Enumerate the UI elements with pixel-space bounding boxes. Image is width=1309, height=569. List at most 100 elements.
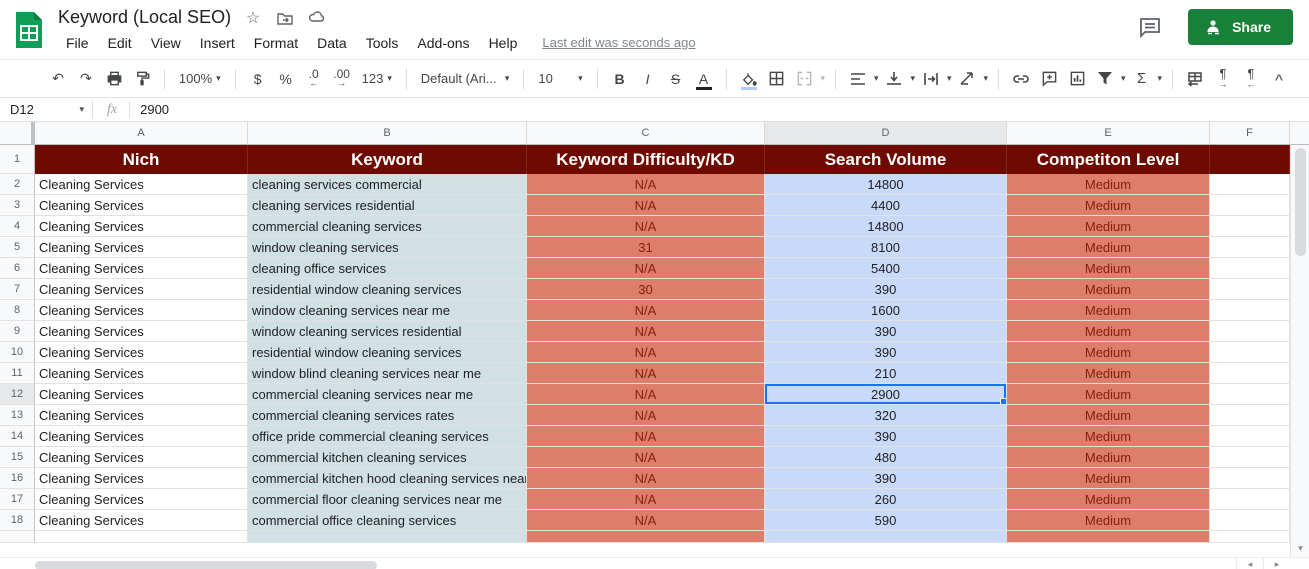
cell-D9[interactable]: 390 <box>765 321 1007 342</box>
cell-F4[interactable] <box>1210 216 1290 237</box>
cell-B19[interactable] <box>248 531 527 543</box>
cell-D14[interactable]: 390 <box>765 426 1007 447</box>
cell-E6[interactable]: Medium <box>1007 258 1210 279</box>
row-header-12[interactable]: 12 <box>0 384 35 405</box>
text-color-icon[interactable]: A <box>692 67 716 91</box>
cell-D2[interactable]: 14800 <box>765 174 1007 195</box>
cell-C4[interactable]: N/A <box>527 216 765 237</box>
cell-C10[interactable]: N/A <box>527 342 765 363</box>
column-header-D[interactable]: D <box>765 122 1007 144</box>
scroll-down-icon[interactable]: ▾ <box>1291 541 1309 555</box>
cell-C16[interactable]: N/A <box>527 468 765 489</box>
cell-C1[interactable]: Keyword Difficulty/KD <box>527 145 765 174</box>
chevron-down-icon[interactable]: ▾ <box>1158 73 1163 84</box>
cloud-status-icon[interactable] <box>307 8 327 28</box>
more-formats-dropdown[interactable]: 123▾ <box>358 71 396 86</box>
text-direction-rtl-icon[interactable]: ¶← <box>1239 67 1263 91</box>
cell-F7[interactable] <box>1210 279 1290 300</box>
cell-B6[interactable]: cleaning office services <box>248 258 527 279</box>
column-header-F[interactable]: F <box>1210 122 1290 144</box>
row-header-13[interactable]: 13 <box>0 405 35 426</box>
cell-A11[interactable]: Cleaning Services <box>35 363 248 384</box>
filter-icon[interactable] <box>1093 67 1117 91</box>
cell-C17[interactable]: N/A <box>527 489 765 510</box>
decrease-decimal-icon[interactable]: .0← <box>302 67 326 91</box>
row-header-4[interactable]: 4 <box>0 216 35 237</box>
font-size-dropdown[interactable]: 10▾ <box>534 71 586 86</box>
cell-C13[interactable]: N/A <box>527 405 765 426</box>
cell-B13[interactable]: commercial cleaning services rates <box>248 405 527 426</box>
cell-C12[interactable]: N/A <box>527 384 765 405</box>
horizontal-scrollbar-thumb[interactable] <box>35 561 377 569</box>
cell-A10[interactable]: Cleaning Services <box>35 342 248 363</box>
cell-B7[interactable]: residential window cleaning services <box>248 279 527 300</box>
cell-D19[interactable] <box>765 531 1007 543</box>
cell-B10[interactable]: residential window cleaning services <box>248 342 527 363</box>
text-rotation-icon[interactable] <box>956 67 980 91</box>
cell-A1[interactable]: Nich <box>35 145 248 174</box>
cell-C5[interactable]: 31 <box>527 237 765 258</box>
cell-D13[interactable]: 320 <box>765 405 1007 426</box>
cell-C18[interactable]: N/A <box>527 510 765 531</box>
cell-A12[interactable]: Cleaning Services <box>35 384 248 405</box>
cell-D16[interactable]: 390 <box>765 468 1007 489</box>
horizontal-align-icon[interactable] <box>846 67 870 91</box>
cell-B14[interactable]: office pride commercial cleaning service… <box>248 426 527 447</box>
row-header-5[interactable]: 5 <box>0 237 35 258</box>
cell-C3[interactable]: N/A <box>527 195 765 216</box>
menu-item-insert[interactable]: Insert <box>192 33 243 53</box>
chevron-down-icon[interactable]: ▾ <box>1121 73 1126 84</box>
cell-D11[interactable]: 210 <box>765 363 1007 384</box>
cell-E1[interactable]: Competiton Level <box>1007 145 1210 174</box>
vertical-scrollbar-thumb[interactable] <box>1295 148 1306 256</box>
borders-icon[interactable] <box>765 67 789 91</box>
cell-A7[interactable]: Cleaning Services <box>35 279 248 300</box>
name-box[interactable]: D12 ▾ <box>0 102 92 117</box>
sheet-direction-icon[interactable] <box>1183 67 1207 91</box>
row-header-18[interactable]: 18 <box>0 510 35 531</box>
cell-A3[interactable]: Cleaning Services <box>35 195 248 216</box>
row-header-16[interactable]: 16 <box>0 468 35 489</box>
cell-B4[interactable]: commercial cleaning services <box>248 216 527 237</box>
column-header-C[interactable]: C <box>527 122 765 144</box>
cell-A5[interactable]: Cleaning Services <box>35 237 248 258</box>
cell-B11[interactable]: window blind cleaning services near me <box>248 363 527 384</box>
cell-F9[interactable] <box>1210 321 1290 342</box>
document-title[interactable]: Keyword (Local SEO) <box>58 7 231 28</box>
cell-B8[interactable]: window cleaning services near me <box>248 300 527 321</box>
cell-C15[interactable]: N/A <box>527 447 765 468</box>
cell-D3[interactable]: 4400 <box>765 195 1007 216</box>
cell-C11[interactable]: N/A <box>527 363 765 384</box>
cell-C7[interactable]: 30 <box>527 279 765 300</box>
cell-D8[interactable]: 1600 <box>765 300 1007 321</box>
cell-F14[interactable] <box>1210 426 1290 447</box>
share-button[interactable]: Share <box>1188 9 1293 45</box>
row-header-7[interactable]: 7 <box>0 279 35 300</box>
zoom-dropdown[interactable]: 100%▾ <box>175 71 225 86</box>
format-currency-icon[interactable]: $ <box>246 67 270 91</box>
chevron-down-icon[interactable]: ▾ <box>984 73 989 84</box>
cell-C2[interactable]: N/A <box>527 174 765 195</box>
cell-A13[interactable]: Cleaning Services <box>35 405 248 426</box>
strikethrough-icon[interactable]: S <box>664 67 688 91</box>
cell-A18[interactable]: Cleaning Services <box>35 510 248 531</box>
menu-item-data[interactable]: Data <box>309 33 355 53</box>
cell-A6[interactable]: Cleaning Services <box>35 258 248 279</box>
cell-A8[interactable]: Cleaning Services <box>35 300 248 321</box>
scroll-right-icon[interactable]: ▸ <box>1263 558 1290 569</box>
cell-D1[interactable]: Search Volume <box>765 145 1007 174</box>
cell-F12[interactable] <box>1210 384 1290 405</box>
menu-item-help[interactable]: Help <box>481 33 526 53</box>
cell-B17[interactable]: commercial floor cleaning services near … <box>248 489 527 510</box>
redo-icon[interactable]: ↷ <box>74 67 98 91</box>
cell-D17[interactable]: 260 <box>765 489 1007 510</box>
chevron-down-icon[interactable]: ▾ <box>874 73 879 84</box>
text-wrap-icon[interactable] <box>919 67 943 91</box>
cell-A14[interactable]: Cleaning Services <box>35 426 248 447</box>
insert-link-icon[interactable] <box>1009 67 1033 91</box>
cell-E2[interactable]: Medium <box>1007 174 1210 195</box>
cell-B5[interactable]: window cleaning services <box>248 237 527 258</box>
cell-E3[interactable]: Medium <box>1007 195 1210 216</box>
row-header-1[interactable]: 1 <box>0 145 35 174</box>
cell-F19[interactable] <box>1210 531 1290 543</box>
